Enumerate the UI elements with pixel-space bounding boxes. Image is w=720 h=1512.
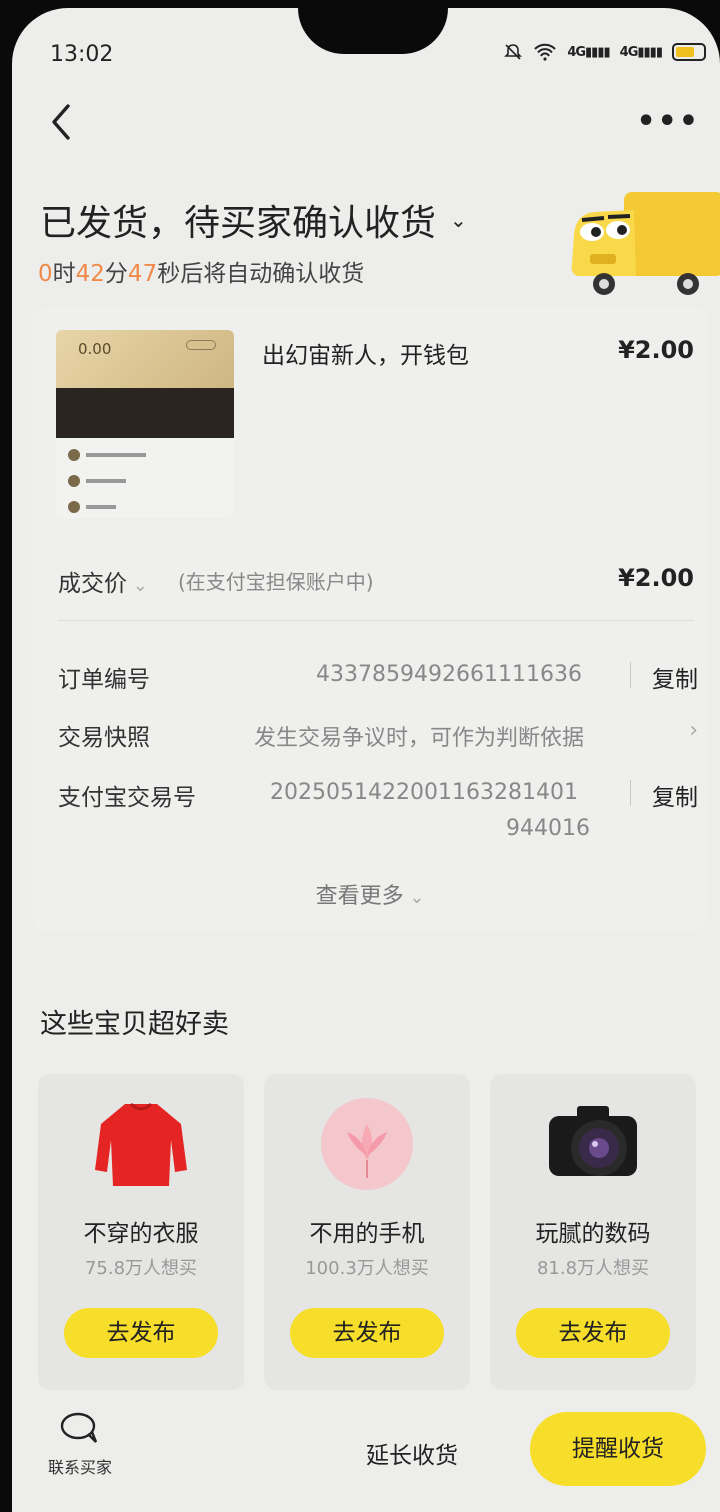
signal-1-icon: 4G▮▮▮▮ [567, 44, 610, 60]
recommend-item-name: 玩腻的数码 [535, 1221, 651, 1247]
recommend-card-phone[interactable]: 不用的手机 100.3万人想买 去发布 [264, 1074, 470, 1390]
product-price: ¥2.00 [618, 336, 694, 364]
alipay-number-line2: 944016 [506, 816, 590, 841]
recommend-item-name: 不用的手机 [309, 1221, 425, 1247]
recommend-card-digital[interactable]: 玩腻的数码 81.8万人想买 去发布 [490, 1074, 696, 1390]
status-bar: 13:02 4G▮▮▮▮ 4G▮▮▮▮ [12, 38, 720, 74]
alipay-number-line1: 2025051422001163281401 [270, 780, 578, 805]
back-arrow-icon[interactable] [46, 100, 78, 144]
copy-alipay-number-button[interactable]: 复制 [652, 778, 698, 812]
deal-price-label[interactable]: 成交价 ⌄ [58, 564, 148, 598]
more-menu-button[interactable]: ••• [636, 104, 700, 139]
countdown-minutes: 42 [75, 261, 105, 287]
battery-icon [672, 43, 706, 61]
see-more-button[interactable]: 查看更多 ⌄ [32, 878, 708, 910]
publish-button[interactable]: 去发布 [64, 1308, 218, 1358]
recommend-item-name: 不穿的衣服 [83, 1221, 199, 1247]
copy-order-number-button[interactable]: 复制 [652, 660, 698, 694]
status-time: 13:02 [50, 42, 114, 67]
escrow-note: (在支付宝担保账户中) [178, 570, 374, 594]
camera-icon [549, 1106, 637, 1176]
extend-receipt-button[interactable]: 延长收货 [366, 1436, 458, 1470]
recommend-item-demand: 81.8万人想买 [536, 1258, 650, 1279]
bottom-action-bar: 联系买家 延长收货 提醒收货 [12, 1400, 720, 1512]
recommend-item-demand: 75.8万人想买 [84, 1258, 198, 1279]
order-number-label: 订单编号 [58, 667, 150, 693]
chevron-down-icon: ⌄ [450, 208, 467, 232]
recommend-card-clothes[interactable]: 不穿的衣服 75.8万人想买 去发布 [38, 1074, 244, 1390]
recommend-item-demand: 100.3万人想买 [305, 1258, 429, 1279]
chevron-right-icon: › [689, 718, 698, 743]
countdown-seconds: 47 [127, 261, 158, 287]
contact-buyer-label: 联系买家 [47, 1458, 112, 1477]
product-title[interactable]: 出幻宙新人，开钱包 [262, 336, 469, 370]
signal-2-label: 4G [619, 44, 639, 60]
snapshot-description: 发生交易争议时，可作为判断依据 [254, 726, 585, 751]
delivery-truck-icon [571, 192, 720, 295]
order-status-text: 已发货，待买家确认收货 [40, 203, 437, 244]
auto-confirm-countdown: 0时42分47秒后将自动确认收货 [38, 254, 364, 288]
chat-bubble-icon [60, 1412, 98, 1443]
deal-price: ¥2.00 [618, 564, 694, 592]
mute-bell-icon [504, 44, 523, 60]
order-number-value: 4337859492661111636 [316, 662, 582, 687]
app-screen: 13:02 4G▮▮▮▮ 4G▮▮▮▮ ••• 已发货，待买家确认收货 ⌄ 0时… [12, 8, 720, 1512]
publish-button[interactable]: 去发布 [516, 1308, 670, 1358]
chevron-down-icon: ⌄ [127, 575, 148, 596]
product-thumbnail[interactable]: 0.00 [56, 330, 234, 518]
chevron-down-icon: ⌄ [403, 887, 425, 908]
countdown-hours-unit: 时 [52, 261, 76, 287]
countdown-suffix: 秒后将自动确认收货 [157, 261, 365, 287]
alipay-number-label: 支付宝交易号 [58, 785, 196, 811]
contact-buyer-button[interactable]: 联系买家 [40, 1410, 120, 1478]
countdown-minutes-unit: 分 [104, 261, 128, 287]
recommend-section-title: 这些宝贝超好卖 [40, 1009, 229, 1040]
countdown-hours: 0 [38, 261, 53, 287]
publish-button[interactable]: 去发布 [290, 1308, 444, 1358]
deal-price-label-text: 成交价 [58, 571, 127, 597]
remind-receipt-button[interactable]: 提醒收货 [530, 1412, 706, 1486]
order-status-title[interactable]: 已发货，待买家确认收货 ⌄ [40, 194, 467, 246]
status-icons: 4G▮▮▮▮ 4G▮▮▮▮ [503, 42, 706, 62]
divider [58, 620, 694, 621]
thumbnail-balance: 0.00 [78, 340, 112, 358]
see-more-label: 查看更多 [315, 884, 404, 909]
wifi-icon [534, 43, 557, 61]
snapshot-label: 交易快照 [58, 725, 150, 751]
signal-2-icon: 4G▮▮▮▮ [619, 44, 663, 60]
signal-1-label: 4G [567, 44, 586, 60]
order-detail-card: 0.00 出幻宙新人，开钱包 ¥2.00 成交价 ⌄ (在支付宝担保账户中) ¥… [32, 306, 708, 932]
sweater-icon [95, 1102, 187, 1186]
phone-flower-icon [321, 1098, 413, 1190]
